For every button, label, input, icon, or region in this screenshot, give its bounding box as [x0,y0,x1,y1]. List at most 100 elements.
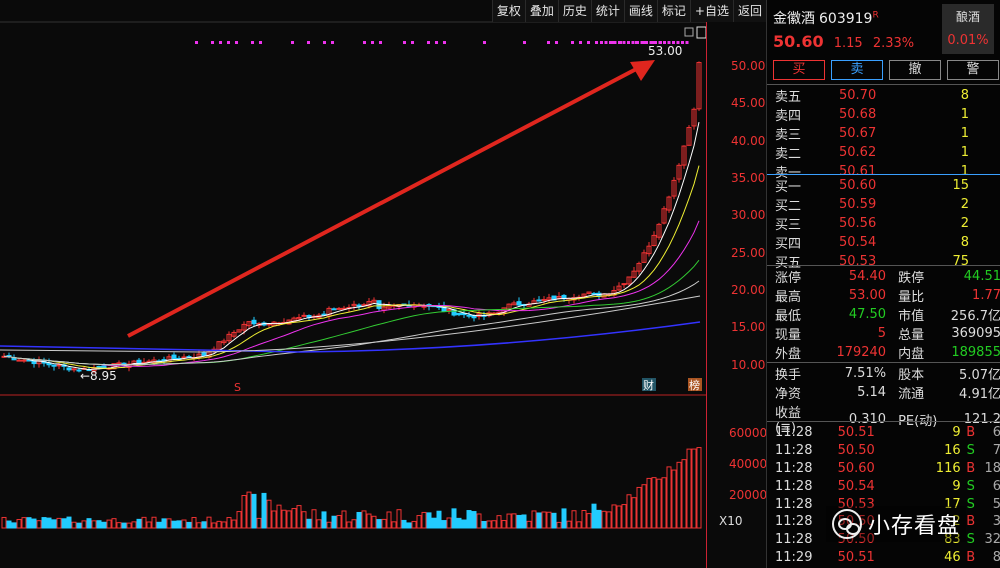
sector-box[interactable]: 酿酒 0.01% [942,4,994,54]
tick-time: 11:29 [775,549,813,565]
price-change-pct: 2.33% [872,36,915,51]
candle-body [21,359,27,362]
stat-row: 外盘 179240 内盘 189855 [767,343,1000,362]
tick-count: 18 [984,460,1000,476]
signal-dot [571,41,574,44]
bids-level: 买四 [775,237,802,252]
buy-button[interactable]: 买 [773,60,825,80]
tick-price: 50.54 [837,478,875,494]
quote-panel: 金徽酒 603919R 酿酒 0.01% 50.60 1.15 2.33% 买 卖… [766,0,1000,568]
alert-button[interactable]: 警 [947,60,999,80]
volume-tick-label: 60000 [729,426,768,440]
kline-chart[interactable]: 53.00 ←8.95 S 财 榜 [0,0,706,568]
sector-name: 酿酒 [955,10,980,24]
bids-level: 买一 [775,180,802,195]
tick-time: 11:28 [775,425,813,441]
cancel-button[interactable]: 撤 [889,60,941,80]
volume-bar [436,510,442,529]
asks-row[interactable]: 卖三 50.67 1 [767,124,1000,143]
candle-body [621,283,627,286]
bids-volume: 2 [960,197,969,212]
kline-chart-area[interactable]: 53.00 ←8.95 S 财 榜 复权 叠加 历史 统计 画线 标记 +自选 返回 50.00 45.… [0,0,768,568]
signal-dot [443,41,446,44]
candle-body [66,367,72,371]
candle-body [301,314,307,317]
marker-s: S [234,381,241,394]
volume-bar [306,518,312,529]
volume-bar [46,517,52,529]
candle-body [536,299,542,302]
volume-bar [176,520,182,529]
stat-key: 最高 [775,290,802,305]
signal-dot [219,41,222,44]
volume-bar [251,493,257,529]
stat-value: 189855 [951,345,1000,360]
asks-row[interactable]: 卖五 50.70 8 [767,86,1000,105]
volume-bar [26,517,32,529]
tick-row: 11:28 50.51 9 B 6 [767,424,1000,442]
toolbar-btn-4[interactable]: 画线 [623,0,657,22]
toolbar-btn-7[interactable]: 返回 [732,0,766,22]
bids-volume: 8 [960,235,969,250]
signal-dot [307,41,310,44]
stat-key: 内盘 [898,347,925,362]
volume-bar [186,521,192,529]
tick-side: B [966,460,976,476]
volume-tick-label: 20000 [729,488,768,502]
tick-side: B [966,425,976,441]
tick-price: 50.51 [837,425,875,441]
divider [767,421,1000,422]
volume-bar [331,515,337,529]
tick-volume: 46 [944,549,961,565]
toolbar-btn-1[interactable]: 叠加 [524,0,558,22]
toolbar-btn-2[interactable]: 历史 [557,0,591,22]
stat-key: 市值 [898,309,925,324]
bids-row[interactable]: 买三 50.56 2 [767,214,1000,233]
volume-bar [536,512,542,529]
bids-row[interactable]: 买四 50.54 8 [767,233,1000,252]
price-tick-label: 50.00 [731,59,766,73]
tick-volume: 9 [952,478,961,494]
asks-row[interactable]: 卖二 50.62 1 [767,143,1000,162]
asks-price: 50.62 [839,145,877,160]
candle-body [96,365,102,368]
toolbar-btn-0[interactable]: 复权 [491,0,525,22]
chart-background [0,0,706,568]
signal-dot [323,41,326,44]
volume-bar [561,508,567,529]
signal-dot [609,41,612,44]
signal-dot [622,41,626,44]
volume-bar [596,509,602,529]
volume-bar [86,518,92,529]
stat-value: 5.14 [857,385,887,400]
stat-value: 53.00 [848,288,887,303]
toolbar-btn-6[interactable]: +自选 [689,0,733,22]
volume-bar [456,517,462,529]
toolbar-btn-3[interactable]: 统计 [590,0,624,22]
stat-value: 4.91亿 [959,387,1000,402]
bids-level: 买三 [775,218,802,233]
sell-button[interactable]: 卖 [831,60,883,80]
price-tick-label: 15.00 [731,320,766,334]
stat-key: 跌停 [898,271,925,286]
stock-header[interactable]: 金徽酒 603919R [773,8,879,28]
sector-pct: 0.01% [947,33,989,48]
stat-row: 净资 5.14 流通 4.91亿 [767,383,1000,402]
bids-volume: 2 [960,216,969,231]
signal-dot [587,41,590,44]
bids-row[interactable]: 买一 50.60 15 [767,176,1000,195]
candle-body [201,352,207,356]
stat-row: 最高 53.00 量比 1.77 [767,286,1000,305]
stat-value: 5 [877,326,887,341]
volume-bar [426,512,432,529]
asks-row[interactable]: 卖四 50.68 1 [767,105,1000,124]
candle-body [56,364,62,367]
toolbar-btn-5[interactable]: 标记 [656,0,690,22]
volume-bar [31,518,37,529]
tick-list[interactable]: 11:28 50.51 9 B 6 11:28 50.50 16 S 7 11:28 50.60 116… [767,424,1000,566]
price-tick-label: 45.00 [731,96,766,110]
tick-price: 50.50 [837,443,875,459]
bids-row[interactable]: 买二 50.59 2 [767,195,1000,214]
bids-price: 50.60 [839,178,877,193]
signal-dot [427,41,430,44]
